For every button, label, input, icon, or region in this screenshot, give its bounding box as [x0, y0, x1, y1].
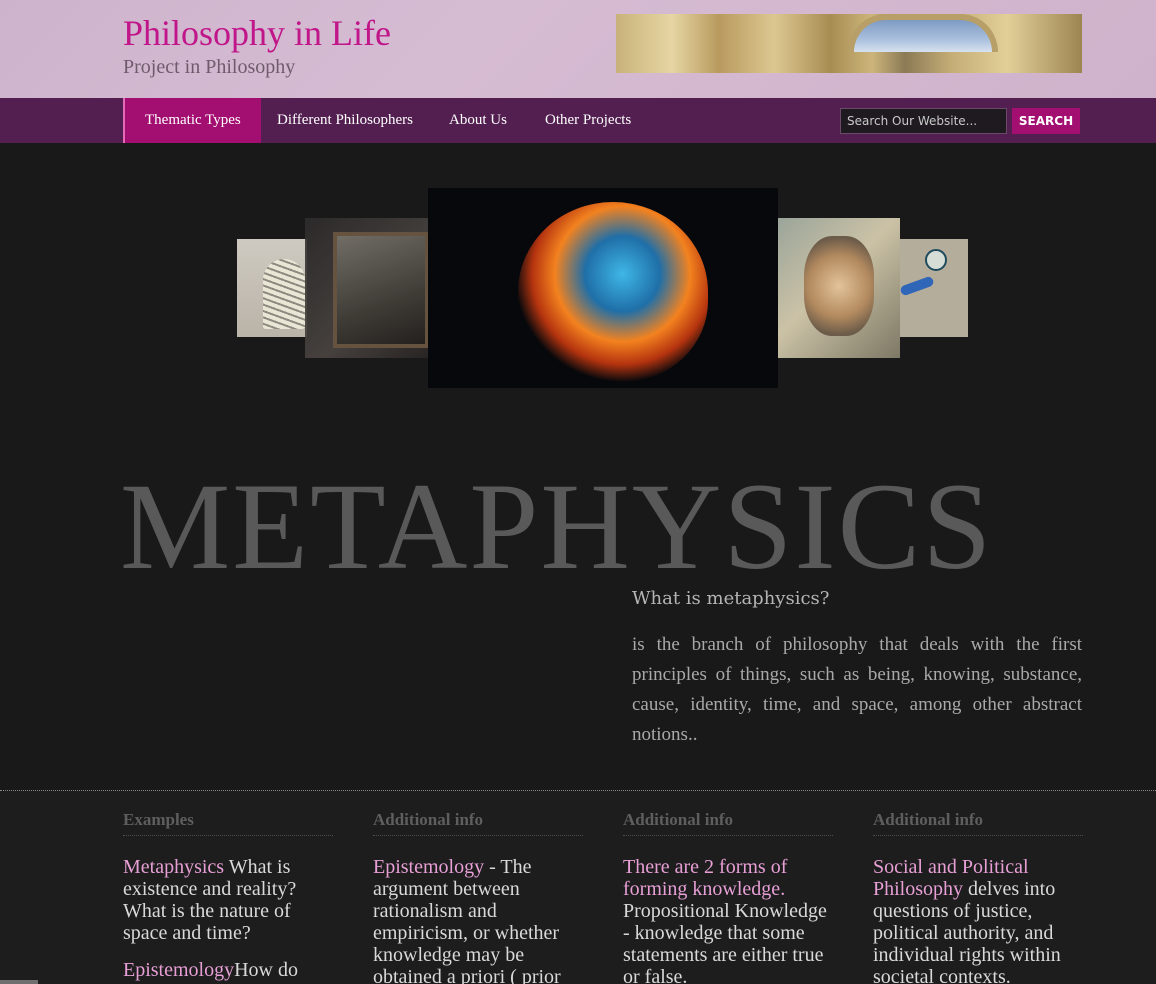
column-heading: Additional info	[623, 810, 833, 836]
column-body: Epistemology - The argument between rati…	[373, 856, 583, 984]
site-title[interactable]: Philosophy in Life	[123, 12, 391, 54]
column-paragraph: Social and Political Philosophy delves i…	[873, 856, 1083, 984]
column-body: There are 2 forms of forming knowledge. …	[623, 856, 833, 984]
column-paragraph: Epistemology - The argument between rati…	[373, 856, 583, 984]
paragraph-text: How do	[234, 959, 298, 981]
footer-column-additional-3: Additional info Social and Political Phi…	[873, 810, 1083, 984]
footer-column-examples: Examples Metaphysics What is existence a…	[123, 810, 333, 981]
column-heading: Examples	[123, 810, 333, 836]
site-tagline: Project in Philosophy	[123, 56, 296, 78]
column-heading: Additional info	[873, 810, 1083, 836]
metaphysics-link[interactable]: Metaphysics	[123, 856, 224, 878]
nav-item-thematic-types[interactable]: Thematic Types	[123, 98, 261, 143]
nav-item-different-philosophers[interactable]: Different Philosophers	[257, 98, 433, 143]
column-paragraph: Metaphysics What is existence and realit…	[123, 856, 333, 944]
paragraph-text: Propositional Knowledge - knowledge that…	[623, 900, 827, 984]
column-body: Social and Political Philosophy delves i…	[873, 856, 1083, 984]
nav-item-about-us[interactable]: About Us	[429, 98, 527, 143]
thumb-arm-graphic	[900, 275, 935, 297]
knowledge-forms-link[interactable]: There are 2 forms of forming knowledge.	[623, 856, 787, 900]
carousel-thumb-1[interactable]	[237, 239, 307, 337]
search-button[interactable]: SEARCH	[1012, 108, 1080, 134]
definition-text: is the branch of philosophy that deals w…	[632, 634, 1082, 745]
footer-divider	[0, 790, 1156, 791]
column-body: Metaphysics What is existence and realit…	[123, 856, 333, 981]
column-paragraph: EpistemologyHow do	[123, 959, 333, 981]
column-heading: Additional info	[373, 810, 583, 836]
carousel-main-image[interactable]	[428, 188, 778, 388]
carousel-thumb-4[interactable]	[778, 218, 900, 358]
epistemology-link[interactable]: Epistemology	[373, 856, 484, 878]
search-input[interactable]: Search Our Website...	[840, 108, 1007, 134]
footer-column-additional-1: Additional info Epistemology - The argum…	[373, 810, 583, 984]
carousel-thumb-5[interactable]	[900, 239, 968, 337]
epistemology-link[interactable]: Epistemology	[123, 959, 234, 981]
brain-illustration	[518, 202, 708, 382]
banner-arch-image	[848, 14, 998, 52]
carousel-thumb-2[interactable]	[305, 218, 429, 358]
definition-question: What is metaphysics?	[632, 588, 830, 609]
main-nav: Thematic Types Different Philosophers Ab…	[0, 98, 1156, 143]
footer-column-additional-2: Additional info There are 2 forms of for…	[623, 810, 833, 984]
horizontal-scrollbar[interactable]	[0, 980, 38, 984]
page-heading: METAPHYSICS	[120, 458, 994, 595]
nav-item-other-projects[interactable]: Other Projects	[525, 98, 651, 143]
column-paragraph: There are 2 forms of forming knowledge. …	[623, 856, 833, 984]
